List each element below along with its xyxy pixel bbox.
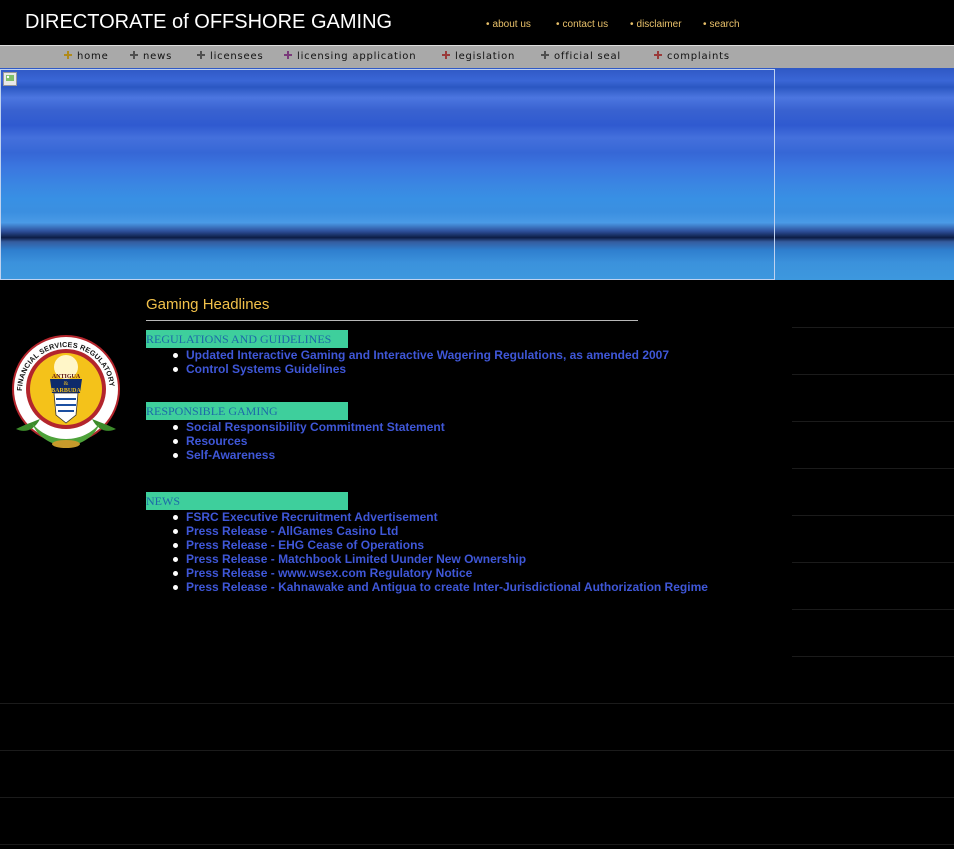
divider — [792, 562, 954, 563]
nav-item-legislation[interactable]: legislation — [442, 51, 515, 62]
section-links: FSRC Executive Recruitment Advertisement… — [146, 510, 708, 594]
nav-label: home — [77, 51, 109, 62]
divider — [792, 609, 954, 610]
main-content: Gaming Headlines REGULATIONS AND GUIDELI… — [146, 296, 786, 594]
top-link-contact-us[interactable]: • contact us — [556, 19, 608, 30]
top-link-label: disclaimer — [636, 19, 682, 30]
main-nav: home news licensees licensing applicatio… — [0, 45, 954, 69]
section-links: Updated Interactive Gaming and Interacti… — [146, 348, 669, 376]
divider — [0, 703, 954, 704]
top-link-search[interactable]: • search — [703, 19, 740, 30]
bullet-icon: • — [556, 19, 560, 30]
nav-item-news[interactable]: news — [130, 51, 172, 62]
seal-text-antigua: ANTIGUA — [52, 374, 81, 380]
right-column-dividers — [792, 280, 954, 660]
nav-star-icon — [654, 51, 662, 59]
banner-image-frame — [0, 69, 775, 280]
divider — [792, 656, 954, 657]
list-item[interactable]: Social Responsibility Commitment Stateme… — [173, 420, 445, 434]
top-link-disclaimer[interactable]: • disclaimer — [630, 19, 682, 30]
list-item[interactable]: FSRC Executive Recruitment Advertisement — [173, 510, 708, 524]
seal-text-amp: & — [64, 381, 69, 387]
nav-star-icon — [197, 51, 205, 59]
bullet-icon: • — [703, 19, 707, 30]
divider — [792, 468, 954, 469]
nav-star-icon — [64, 51, 72, 59]
nav-label: official seal — [554, 51, 621, 62]
list-item[interactable]: Press Release - Kahnawake and Antigua to… — [173, 580, 708, 594]
nav-label: complaints — [667, 51, 730, 62]
list-item[interactable]: Self-Awareness — [173, 448, 445, 462]
nav-star-icon — [284, 51, 292, 59]
list-item[interactable]: Press Release - Matchbook Limited Uunder… — [173, 552, 708, 566]
divider — [0, 750, 954, 751]
section-responsible-gaming: RESPONSIBLE GAMING Social Responsibility… — [146, 402, 445, 462]
divider — [792, 374, 954, 375]
bullet-icon: • — [630, 19, 634, 30]
section-heading: NEWS — [146, 492, 348, 510]
nav-item-complaints[interactable]: complaints — [654, 51, 730, 62]
list-item[interactable]: Resources — [173, 434, 445, 448]
nav-item-home[interactable]: home — [64, 51, 109, 62]
bullet-icon: • — [486, 19, 490, 30]
top-link-label: contact us — [562, 19, 609, 30]
nav-item-official-seal[interactable]: official seal — [541, 51, 621, 62]
divider — [792, 515, 954, 516]
section-heading: RESPONSIBLE GAMING — [146, 402, 348, 420]
nav-star-icon — [541, 51, 549, 59]
nav-label: legislation — [455, 51, 516, 62]
nav-label: licensees — [210, 51, 264, 62]
divider — [0, 844, 954, 845]
top-link-label: about us — [492, 19, 531, 30]
top-link-about-us[interactable]: • about us — [486, 19, 531, 30]
nav-label: news — [143, 51, 173, 62]
top-header: DIRECTORATE of OFFSHORE GAMING • about us… — [0, 0, 954, 45]
divider — [0, 797, 954, 798]
divider — [792, 327, 954, 328]
top-link-label: search — [709, 19, 740, 30]
nav-label: licensing application — [297, 51, 417, 62]
section-links: Social Responsibility Commitment Stateme… — [146, 420, 445, 462]
section-news: NEWS FSRC Executive Recruitment Advertis… — [146, 492, 708, 594]
list-item[interactable]: Control Systems Guidelines — [172, 362, 669, 376]
official-seal-logo: FINANCIAL SERVICES REGULATORY COMMISSION… — [10, 331, 120, 448]
divider — [792, 421, 954, 422]
list-item[interactable]: Updated Interactive Gaming and Interacti… — [172, 348, 669, 362]
headline-divider — [146, 320, 638, 321]
nav-item-licensees[interactable]: licensees — [197, 51, 263, 62]
page-headline: Gaming Headlines — [146, 296, 270, 313]
section-heading: REGULATIONS AND GUIDELINES — [146, 330, 348, 348]
list-item[interactable]: Press Release - www.wsex.com Regulatory … — [173, 566, 708, 580]
broken-image-icon — [3, 72, 17, 86]
nav-star-icon — [130, 51, 138, 59]
list-item[interactable]: Press Release - EHG Cease of Operations — [173, 538, 708, 552]
nav-star-icon — [442, 51, 450, 59]
nav-item-licensing-application[interactable]: licensing application — [284, 51, 416, 62]
list-item[interactable]: Press Release - AllGames Casino Ltd — [173, 524, 708, 538]
section-regulations: REGULATIONS AND GUIDELINES Updated Inter… — [146, 330, 669, 376]
site-title: DIRECTORATE of OFFSHORE GAMING — [25, 11, 393, 33]
